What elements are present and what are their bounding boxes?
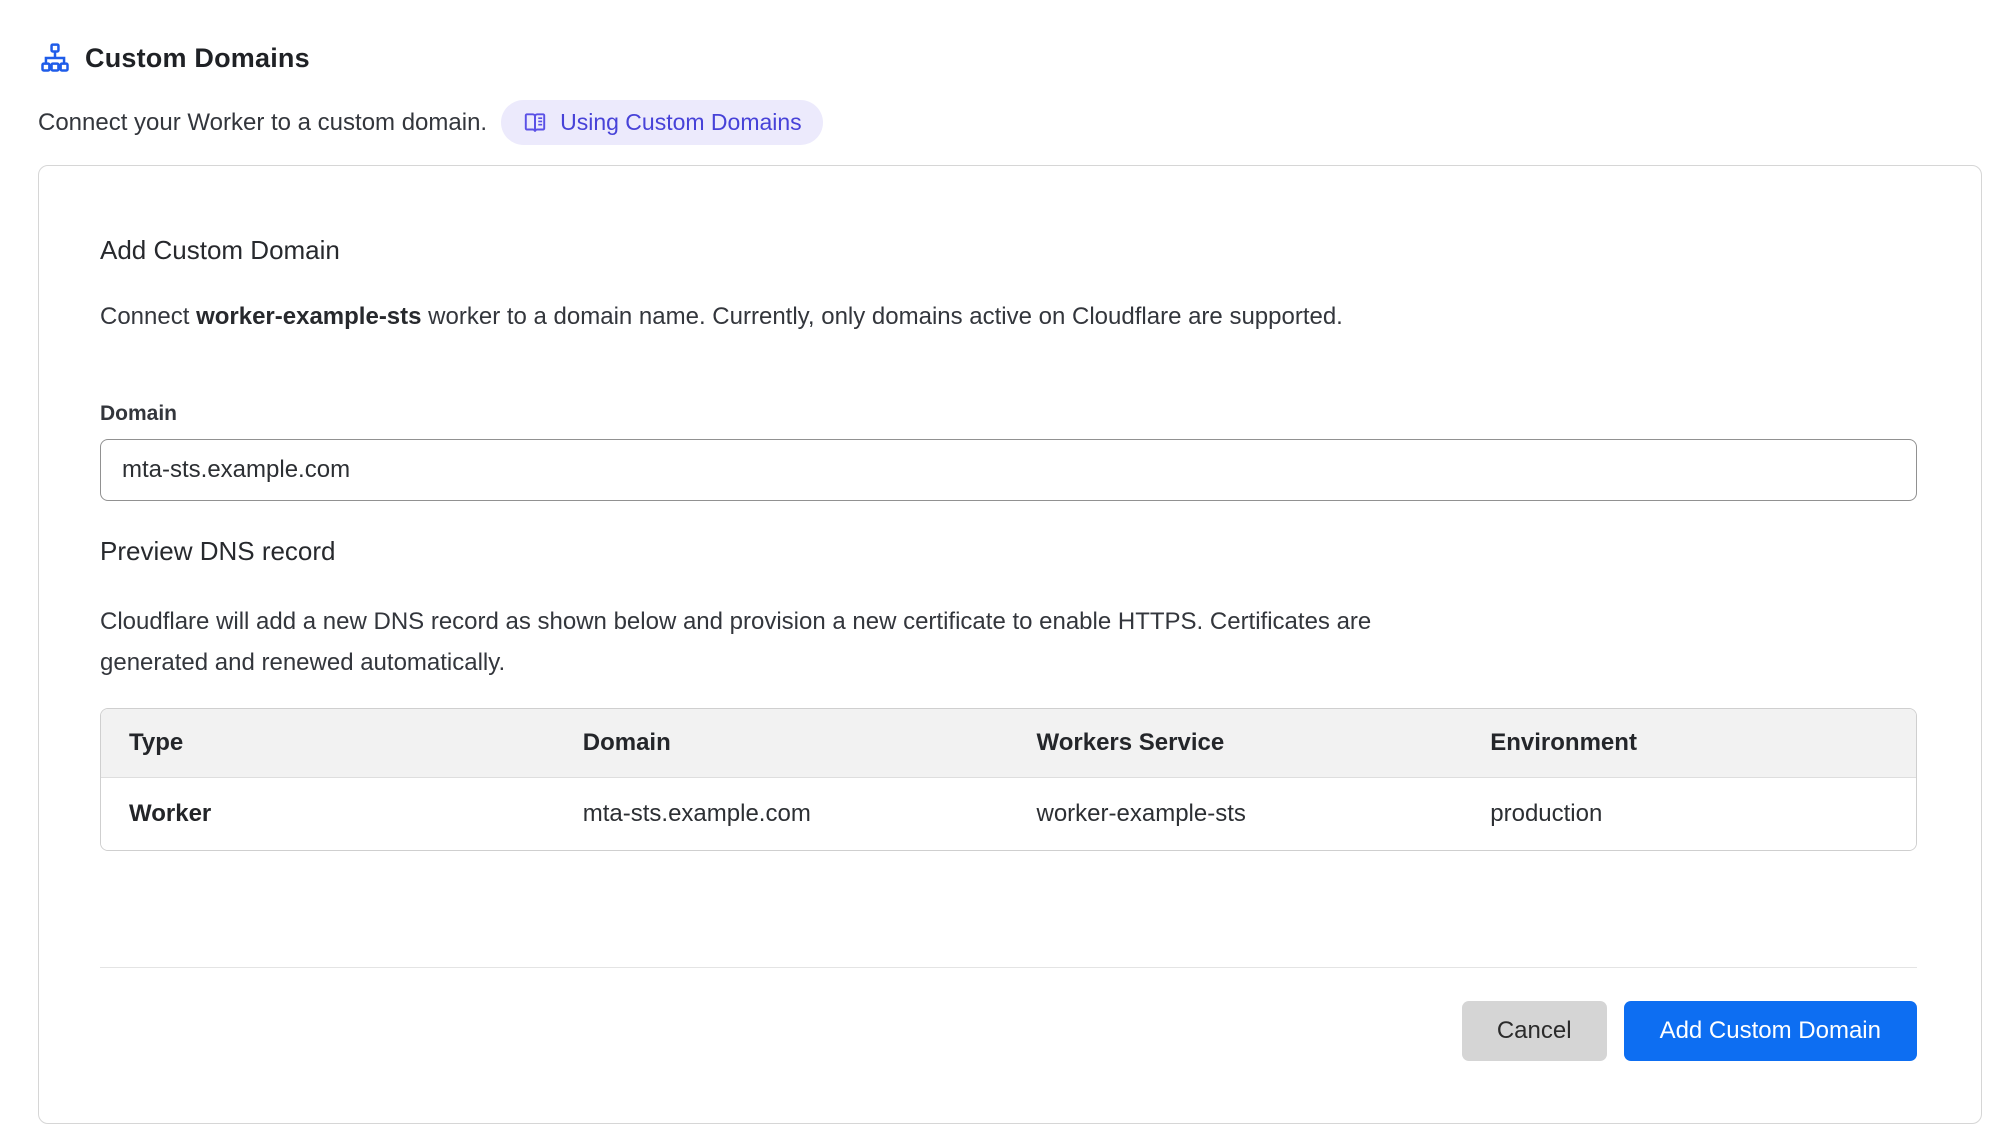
column-header-workers-service: Workers Service [1009,709,1463,778]
docs-link-label: Using Custom Domains [560,109,802,136]
preview-dns-description-line2: generated and renewed automatically. [100,642,1917,683]
card-title: Add Custom Domain [100,234,1917,266]
cell-workers-service: worker-example-sts [1009,778,1463,851]
actions-row: Cancel Add Custom Domain [100,1001,1917,1061]
page-header: Custom Domains [40,40,1982,76]
cell-domain: mta-sts.example.com [555,778,1009,851]
page-subtitle: Connect your Worker to a custom domain. [38,109,487,137]
card-description: Connect worker-example-sts worker to a d… [100,302,1917,332]
actions-divider [100,967,1917,968]
cancel-button[interactable]: Cancel [1462,1001,1607,1061]
preview-dns-description-line1: Cloudflare will add a new DNS record as … [100,601,1917,642]
sitemap-icon [40,43,70,73]
docs-link-using-custom-domains[interactable]: Using Custom Domains [501,100,823,145]
preview-dns-description: Cloudflare will add a new DNS record as … [100,601,1917,683]
column-header-type: Type [101,709,555,778]
book-icon [522,110,548,136]
preview-dns-title: Preview DNS record [100,535,1917,567]
worker-name: worker-example-sts [196,303,421,330]
domain-field-label: Domain [100,402,1917,426]
cell-type: Worker [101,778,555,851]
column-header-environment: Environment [1462,709,1916,778]
page: Custom Domains Connect your Worker to a … [0,0,1999,1124]
table-header-row: Type Domain Workers Service Environment [101,709,1916,778]
column-header-domain: Domain [555,709,1009,778]
page-title: Custom Domains [85,43,310,74]
add-custom-domain-card: Add Custom Domain Connect worker-example… [38,165,1982,1124]
page-subtitle-row: Connect your Worker to a custom domain. … [38,100,1982,145]
domain-input[interactable] [100,439,1917,501]
table-row: Worker mta-sts.example.com worker-exampl… [101,778,1916,851]
dns-preview-table: Type Domain Workers Service Environment … [100,708,1917,851]
card-description-suffix: worker to a domain name. Currently, only… [422,303,1343,330]
add-custom-domain-button[interactable]: Add Custom Domain [1624,1001,1917,1061]
cell-environment: production [1462,778,1916,851]
card-description-prefix: Connect [100,303,196,330]
